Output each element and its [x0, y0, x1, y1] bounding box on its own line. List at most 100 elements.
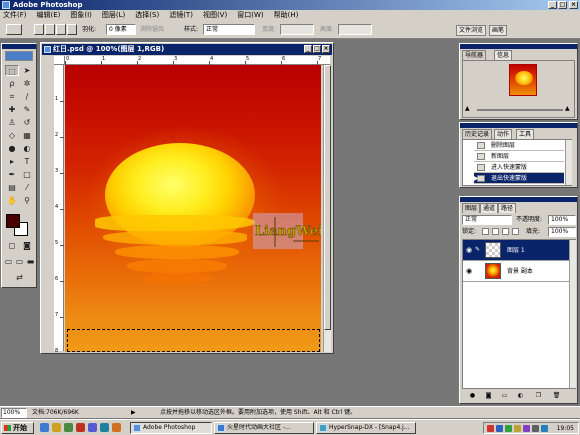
quicklaunch-ie-icon[interactable]	[40, 423, 49, 432]
imageready-jump-icon[interactable]: ⇄	[5, 272, 34, 283]
quicklaunch-media-icon[interactable]	[76, 423, 85, 432]
history-item[interactable]: 新图层	[474, 151, 564, 162]
history-item[interactable]: 退出快速蒙版	[474, 173, 564, 184]
doc-maximize-button[interactable]: □	[313, 45, 321, 53]
quick-mask-mode-icon[interactable]: ◙	[20, 240, 34, 251]
opacity-input[interactable]: 100%	[548, 215, 576, 225]
tray-icon[interactable]	[496, 425, 503, 432]
quicklaunch-app-icon[interactable]	[88, 423, 97, 432]
layers-scrollbar[interactable]	[569, 240, 576, 388]
new-set-icon[interactable]: ▭	[500, 392, 509, 400]
lock-transparency-checkbox[interactable]	[482, 228, 489, 235]
pen-tool-icon[interactable]: ✒	[5, 169, 19, 180]
adobe-online-icon[interactable]	[5, 51, 33, 61]
menu-filter[interactable]: 滤镜(T)	[164, 10, 198, 21]
network-icon[interactable]	[541, 425, 548, 432]
shape-tool-icon[interactable]: □	[20, 169, 34, 180]
crop-tool-icon[interactable]: ⌗	[5, 91, 19, 102]
quicklaunch-app-icon[interactable]	[100, 423, 109, 432]
task-browser[interactable]: 火星时代动画大社区 -...	[214, 422, 314, 434]
task-photoshop[interactable]: Adobe Photoshop	[130, 422, 212, 434]
slice-tool-icon[interactable]: ∕	[20, 91, 34, 102]
add-mask-icon[interactable]: ◙	[484, 392, 493, 400]
add-selection-icon[interactable]	[45, 24, 55, 35]
type-tool-icon[interactable]: T	[20, 156, 34, 167]
foreground-color-swatch[interactable]	[6, 214, 20, 228]
standard-mode-icon[interactable]: ◻	[5, 240, 19, 251]
zoom-field[interactable]: 100%	[1, 408, 27, 418]
menu-file[interactable]: 文件(F)	[0, 10, 32, 21]
menu-image[interactable]: 图象(I)	[65, 10, 97, 21]
menu-view[interactable]: 视图(V)	[198, 10, 232, 21]
close-button[interactable]: ×	[569, 1, 578, 9]
tray-icon[interactable]	[523, 425, 530, 432]
lock-all-checkbox[interactable]	[512, 228, 519, 235]
scrollbar-thumb[interactable]	[324, 65, 331, 330]
notes-tool-icon[interactable]: ▤	[5, 182, 19, 193]
tray-icon[interactable]	[514, 425, 521, 432]
hand-tool-icon[interactable]: ✋	[5, 195, 19, 206]
tab-file-browser[interactable]: 文件浏览	[456, 25, 487, 36]
task-hypersnap[interactable]: HyperSnap-DX - [Snap4.j...	[316, 422, 416, 434]
healing-brush-tool-icon[interactable]: ✚	[5, 104, 19, 115]
eye-icon[interactable]: ◉	[465, 267, 473, 275]
add-layer-style-icon[interactable]: ●	[468, 392, 477, 400]
move-tool-icon[interactable]: ➤	[20, 65, 34, 76]
history-item[interactable]: 删除图层	[474, 140, 564, 151]
layer-row[interactable]: ◉ ✎ 图层 1	[463, 240, 573, 261]
doc-size-info[interactable]: 文档:706K/696K	[32, 409, 79, 417]
clone-stamp-tool-icon[interactable]: ♙	[5, 117, 19, 128]
menu-edit[interactable]: 编辑(E)	[32, 10, 66, 21]
screen-mode-full-icon[interactable]: ▬	[25, 256, 36, 267]
zoom-in-icon[interactable]: ▲	[565, 105, 573, 113]
tray-icon[interactable]	[487, 425, 494, 432]
feather-input[interactable]: 0 像素	[106, 24, 136, 35]
image-canvas[interactable]: LiangWei	[65, 65, 321, 352]
intersect-selection-icon[interactable]	[67, 24, 77, 35]
tab-layers[interactable]: 图层	[462, 203, 481, 213]
eyedropper-tool-icon[interactable]: ⁄	[20, 182, 34, 193]
tray-icon[interactable]	[505, 425, 512, 432]
menu-select[interactable]: 选择(S)	[130, 10, 164, 21]
path-selection-tool-icon[interactable]: ▸	[5, 156, 19, 167]
history-item[interactable]: 进入快速蒙版	[474, 162, 564, 173]
marquee-selection[interactable]	[67, 329, 320, 352]
tab-brushes[interactable]: 画笔	[489, 25, 508, 36]
maximize-button[interactable]: □	[558, 1, 567, 9]
layer-row[interactable]: ◉ 背景 副本	[463, 261, 573, 282]
status-menu-arrow-icon[interactable]: ▶	[131, 409, 136, 416]
minimize-button[interactable]: _	[548, 1, 557, 9]
subtract-selection-icon[interactable]	[56, 24, 66, 35]
tab-navigator[interactable]: 导航器	[462, 50, 487, 60]
brush-tool-icon[interactable]: ✎	[20, 104, 34, 115]
document-scrollbar[interactable]	[323, 65, 331, 352]
zoom-slider[interactable]	[477, 109, 563, 111]
lock-pixels-checkbox[interactable]	[492, 228, 499, 235]
zoom-tool-icon[interactable]: ⚲	[20, 195, 34, 206]
history-scrollbar[interactable]	[565, 140, 572, 185]
quicklaunch-outlook-icon[interactable]	[52, 423, 61, 432]
quicklaunch-app-icon[interactable]	[112, 423, 121, 432]
blur-tool-icon[interactable]: ●	[5, 143, 19, 154]
eraser-tool-icon[interactable]: ◇	[5, 130, 19, 141]
volume-icon[interactable]	[532, 425, 539, 432]
lasso-tool-icon[interactable]: ρ	[5, 78, 19, 89]
antialias-checkbox[interactable]: 消除锯齿	[140, 26, 164, 34]
tab-info[interactable]: 信息	[494, 50, 513, 60]
blend-mode-select[interactable]: 正常	[462, 215, 512, 225]
zoom-out-icon[interactable]: ▲	[465, 105, 473, 113]
ruler-origin[interactable]	[54, 56, 65, 65]
new-selection-icon[interactable]	[34, 24, 44, 35]
doc-minimize-button[interactable]: _	[304, 45, 312, 53]
tab-history[interactable]: 历史记录	[462, 129, 493, 139]
screen-mode-standard-icon[interactable]: ▭	[3, 256, 14, 267]
dodge-tool-icon[interactable]: ◐	[20, 143, 34, 154]
marquee-preset-icon[interactable]	[6, 24, 22, 35]
doc-close-button[interactable]: ×	[322, 45, 330, 53]
delete-layer-icon[interactable]: 🗑	[552, 392, 561, 400]
marquee-tool-icon[interactable]: ⬚	[5, 65, 19, 76]
gradient-tool-icon[interactable]: ▦	[20, 130, 34, 141]
lock-position-checkbox[interactable]	[502, 228, 509, 235]
tab-actions[interactable]: 动作	[494, 129, 513, 139]
quicklaunch-desktop-icon[interactable]	[64, 423, 73, 432]
